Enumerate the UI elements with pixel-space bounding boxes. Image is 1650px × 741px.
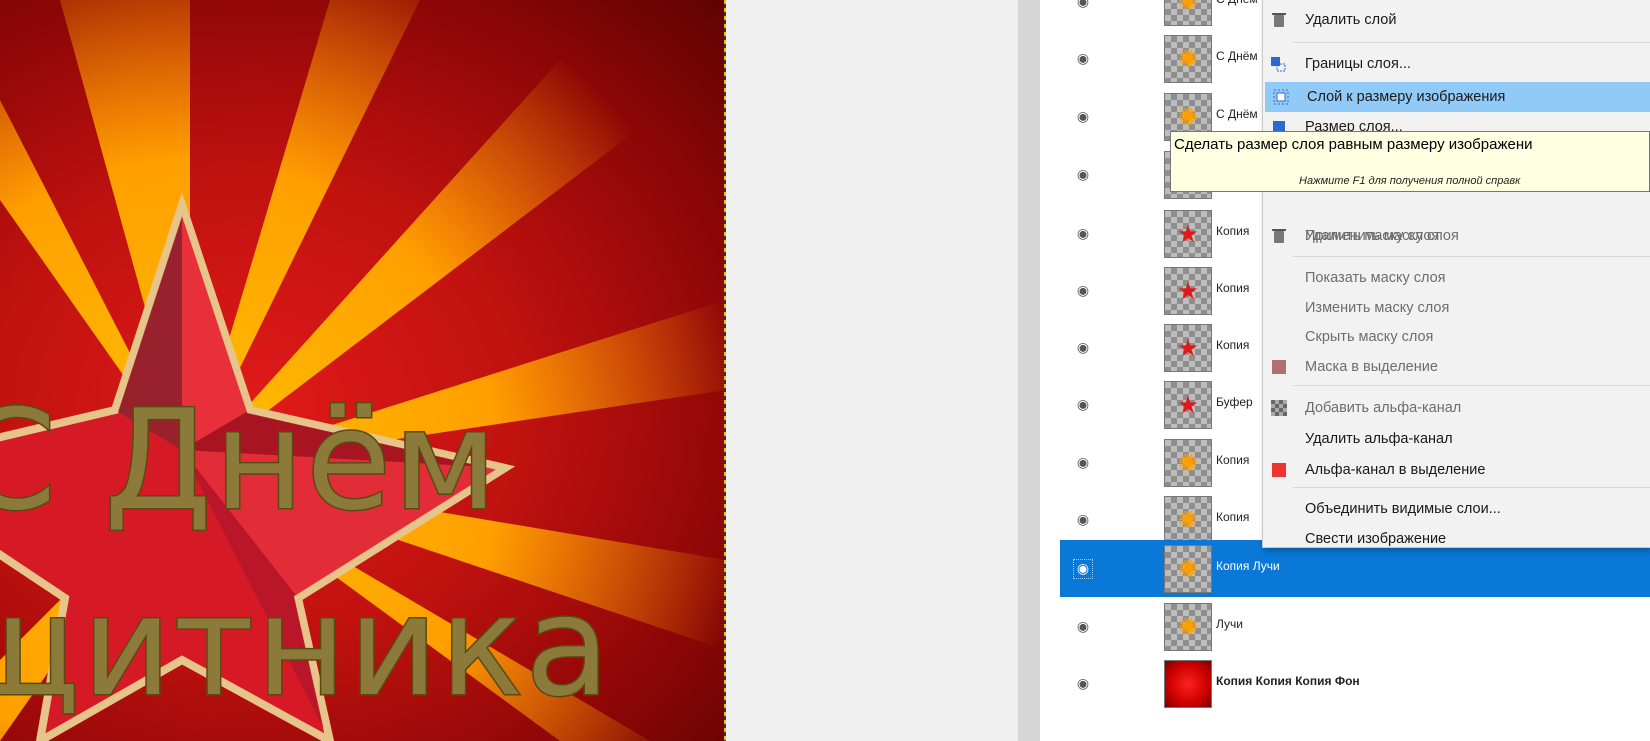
layer-name: С Днём [1216,49,1258,63]
layer-name: Лучи [1216,617,1243,631]
menu-item-label: Удалить альфа-канал [1305,431,1453,447]
visibility-eye-icon[interactable]: ◉ [1073,559,1093,579]
layer-name: Копия Лучи [1216,559,1280,573]
layer-name: Копия [1216,338,1250,352]
star-icon: ★ [1177,334,1199,362]
mask-to-selection-icon [1269,357,1289,377]
visibility-eye-icon[interactable]: ◉ [1074,675,1092,693]
rays-icon: ✺ [1177,0,1199,16]
layer-thumbnail: ✺ [1164,439,1212,487]
layer-name: Копия [1216,224,1250,238]
menu-item[interactable]: Границы слоя... [1263,49,1650,79]
layer-thumbnail [1164,660,1212,708]
rays-icon: ✺ [1177,45,1199,73]
layer-thumbnail: ★ [1164,324,1212,372]
rays-icon: ✺ [1177,449,1199,477]
menu-item[interactable]: Свести изображение [1263,524,1650,554]
rays-icon: ✺ [1177,613,1199,641]
layer-row[interactable]: ◉ ✺ Лучи [1060,598,1650,655]
layer-thumbnail: ✺ [1164,545,1212,593]
menu-item[interactable]: Удалить альфа-канал [1263,424,1650,454]
layer-name: Копия [1216,281,1250,295]
visibility-eye-icon[interactable]: ◉ [1074,339,1092,357]
panel-splitter[interactable] [1018,0,1040,741]
layer-context-menu: Удалить слой Границы слоя... Слой к размер… [1262,0,1650,548]
canvas-padding [726,0,1018,741]
menu-item-label: Добавить альфа-канал [1305,400,1462,416]
alpha-to-selection-icon [1269,460,1289,480]
layer-name: Копия [1216,453,1250,467]
tooltip-hint: Нажмите F1 для получения полной справк [1299,175,1521,187]
layer-name: Копия Копия Копия Фон [1216,674,1360,688]
layer-name: С Днём [1216,107,1258,121]
visibility-eye-icon[interactable]: ◉ [1074,511,1092,529]
menu-item[interactable]: Удалить маску слоя [1263,221,1650,251]
menu-item-label: Изменить маску слоя [1305,300,1450,316]
layer-thumbnail: ✺ [1164,0,1212,26]
canvas-text-line1: С Днём [0,380,500,541]
menu-item-label: Скрыть маску слоя [1305,329,1434,345]
visibility-eye-icon[interactable]: ◉ [1074,396,1092,414]
tooltip-text: Сделать размер слоя равным размеру изобр… [1174,136,1533,153]
visibility-eye-icon[interactable]: ◉ [1074,50,1092,68]
layer-thumbnail: ★ [1164,267,1212,315]
menu-item-label: Альфа-канал в выделение [1305,462,1486,478]
menu-separator [1293,42,1650,43]
menu-item[interactable]: Маска в выделение [1263,352,1650,382]
layer-name: Буфер [1216,395,1253,409]
tooltip: Сделать размер слоя равным размеру изобр… [1170,131,1650,192]
trash-icon [1269,10,1289,30]
image-canvas[interactable]: С Днём щитника [0,0,726,741]
menu-item[interactable]: Альфа-канал в выделение [1263,455,1650,485]
canvas-text-line2: щитника [0,566,612,727]
layer-boundary-icon [1269,54,1289,74]
menu-item-label: Маска в выделение [1305,359,1438,375]
visibility-eye-icon[interactable]: ◉ [1074,108,1092,126]
layer-row[interactable]: ◉ Копия Копия Копия Фон [1060,655,1650,712]
rays-icon: ✺ [1177,103,1199,131]
visibility-eye-icon[interactable]: ◉ [1074,166,1092,184]
menu-item-label: Свести изображение [1305,531,1447,547]
menu-item[interactable]: Удалить слой [1263,5,1650,35]
menu-item-label: Слой к размеру изображения [1307,89,1506,105]
menu-item-label: Объединить видимые слои... [1305,501,1501,517]
menu-item-label: Удалить маску слоя [1305,228,1440,244]
menu-item[interactable]: Показать маску слоя [1263,263,1650,293]
menu-item[interactable]: Слой к размеру изображения [1265,82,1650,112]
menu-separator [1293,487,1650,488]
rays-icon: ✺ [1177,506,1199,534]
rays-icon: ✺ [1177,555,1199,583]
layer-thumbnail: ✺ [1164,35,1212,83]
visibility-eye-icon[interactable]: ◉ [1074,454,1092,472]
menu-item-label: Границы слоя... [1305,56,1411,72]
menu-item[interactable]: Изменить маску слоя [1263,293,1650,323]
layer-thumbnail: ✺ [1164,603,1212,651]
menu-item[interactable]: Объединить видимые слои... [1263,494,1650,524]
visibility-eye-icon[interactable]: ◉ [1074,0,1092,11]
menu-item[interactable]: Добавить альфа-канал [1263,393,1650,423]
menu-item-label: Удалить слой [1305,12,1397,28]
layer-to-image-size-icon [1271,87,1291,107]
trash-icon [1269,226,1289,246]
layer-name: С Днём [1216,0,1258,6]
visibility-eye-icon[interactable]: ◉ [1074,282,1092,300]
layer-thumbnail: ★ [1164,381,1212,429]
menu-separator [1293,385,1650,386]
menu-item-label: Показать маску слоя [1305,270,1446,286]
menu-separator [1293,256,1650,257]
menu-item[interactable]: Скрыть маску слоя [1263,322,1650,352]
star-icon: ★ [1177,220,1199,248]
star-icon: ★ [1177,391,1199,419]
star-icon: ★ [1177,277,1199,305]
visibility-eye-icon[interactable]: ◉ [1074,225,1092,243]
visibility-eye-icon[interactable]: ◉ [1074,618,1092,636]
add-alpha-icon [1269,398,1289,418]
layer-thumbnail: ★ [1164,210,1212,258]
layer-name: Копия [1216,510,1250,524]
layer-thumbnail: ✺ [1164,496,1212,544]
